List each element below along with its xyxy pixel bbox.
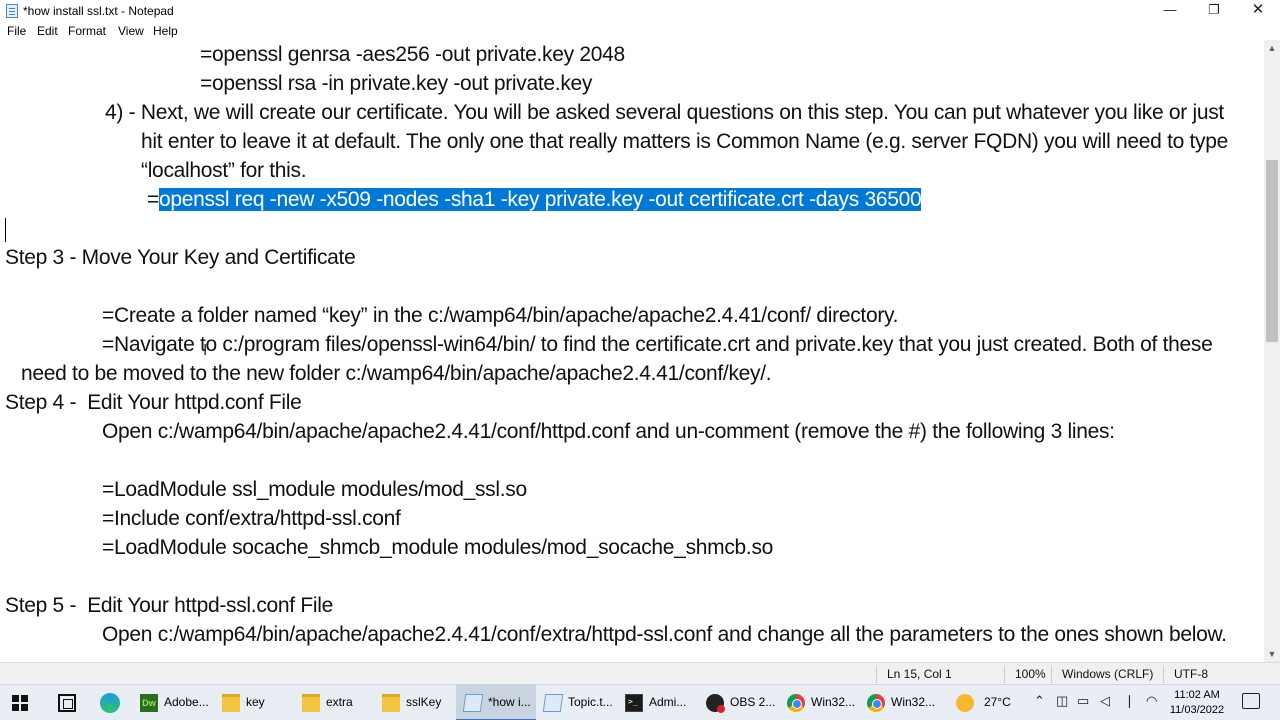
menu-file[interactable]: File — [7, 24, 26, 38]
step-heading: Step 3 - Move Your Key and Certificate — [5, 246, 356, 269]
taskbar-item-topic[interactable]: Topic.t... — [542, 685, 616, 720]
text-line: =openssl genrsa -aes256 -out private.key… — [200, 43, 625, 66]
text-line: =Navigate to c:/program files/openssl-wi… — [102, 333, 1213, 356]
chevron-up-icon[interactable]: ⌃ — [1034, 693, 1045, 709]
text-line: need to be moved to the new folder c:/wa… — [21, 362, 772, 385]
menu-view[interactable]: View — [118, 24, 144, 38]
taskbar-item-extra[interactable]: extra — [302, 685, 372, 720]
step-heading: Step 5 - Edit Your httpd-ssl.conf File — [5, 594, 333, 617]
mouse-cursor-icon: I — [203, 342, 208, 359]
menu-edit[interactable]: Edit — [37, 24, 58, 38]
notepad-icon — [462, 694, 484, 712]
status-separator — [1163, 665, 1164, 683]
selected-text: openssl req -new -x509 -nodes -sha1 -key… — [158, 188, 922, 211]
cmd-icon — [625, 694, 643, 712]
folder-icon — [302, 694, 320, 712]
taskbar-item-key[interactable]: key — [222, 685, 292, 720]
text-line: =Create a folder named “key” in the c:/w… — [102, 304, 899, 327]
text-line: =openssl rsa -in private.key -out privat… — [200, 72, 593, 95]
notepad-icon — [542, 694, 564, 712]
menu-bar: File Edit Format View Help — [0, 22, 1280, 40]
folder-icon — [382, 694, 400, 712]
taskbar-item-admin-cmd[interactable]: Admi... — [625, 685, 695, 720]
text-line: Open c:/wamp64/bin/apache/apache2.4.41/c… — [102, 420, 1115, 443]
title-bar: *how install ssl.txt - Notepad — ❐ ✕ — [0, 0, 1280, 22]
notepad-icon — [6, 4, 18, 18]
status-bar: Ln 15, Col 1 100% Windows (CRLF) UTF-8 — [0, 662, 1280, 684]
text-line: =LoadModule socache_shmcb_module modules… — [102, 536, 774, 559]
maximize-button[interactable]: ❐ — [1192, 0, 1236, 22]
meet-now-icon[interactable]: ◫ — [1056, 693, 1068, 709]
notification-icon[interactable] — [1242, 693, 1260, 709]
text-caret — [5, 218, 6, 242]
system-clock[interactable]: 11:02 AM 11/03/2022 — [1166, 688, 1228, 718]
taskbar-item-chrome-2[interactable]: Win32... — [867, 685, 939, 720]
windows-start-icon[interactable] — [12, 695, 28, 711]
taskbar-item-label: OBS 2... — [730, 695, 776, 709]
taskbar-item-adobe[interactable]: Dw Adobe... — [140, 685, 216, 720]
taskbar-item-notepad-active[interactable]: *how i... — [456, 685, 536, 720]
line-ending: Windows (CRLF) — [1062, 667, 1154, 681]
wifi-icon[interactable]: ◠ — [1146, 693, 1157, 709]
taskbar-item-label: extra — [326, 695, 353, 709]
taskbar-item-label: *how i... — [488, 695, 531, 709]
dreamweaver-icon: Dw — [140, 694, 158, 712]
status-separator — [876, 665, 877, 683]
weather-sun-icon[interactable] — [956, 694, 974, 712]
menu-format[interactable]: Format — [68, 24, 106, 38]
text-line: =Include conf/extra/httpd-ssl.conf — [102, 507, 401, 530]
minimize-button[interactable]: — — [1148, 0, 1192, 22]
chrome-icon — [787, 694, 805, 712]
close-button[interactable]: ✕ — [1236, 0, 1280, 22]
taskbar-item-label: key — [246, 695, 265, 709]
chrome-icon — [867, 694, 885, 712]
text-line: hit enter to leave it at default. The on… — [141, 130, 1229, 153]
taskbar-item-obs[interactable]: OBS 2... — [706, 685, 778, 720]
taskbar-item-label: sslKey — [406, 695, 442, 709]
status-separator — [1004, 665, 1005, 683]
microphone-icon[interactable]: ❘ — [1124, 693, 1135, 709]
text-line: Open c:/wamp64/bin/apache/apache2.4.41/c… — [102, 623, 1227, 646]
taskbar-item-label: Admi... — [649, 695, 687, 709]
taskbar-item-label: Adobe... — [164, 695, 209, 709]
obs-icon — [706, 694, 725, 713]
taskbar-item-label: Topic.t... — [568, 695, 613, 709]
scroll-thumb[interactable] — [1266, 160, 1278, 342]
clock-time: 11:02 AM — [1174, 689, 1220, 701]
battery-icon[interactable]: ▭ — [1077, 693, 1089, 709]
taskbar-item-label: Win32... — [891, 695, 936, 709]
clock-date: 11/03/2022 — [1169, 704, 1225, 716]
speaker-icon[interactable]: ◁ — [1100, 693, 1110, 709]
taskbar-item-chrome-1[interactable]: Win32... — [787, 685, 859, 720]
text-line: 4) - Next, we will create our certificat… — [105, 101, 1224, 124]
zoom-level: 100% — [1015, 667, 1046, 681]
window-title: *how install ssl.txt - Notepad — [23, 4, 174, 18]
taskbar-item-sslkey[interactable]: sslKey — [382, 685, 452, 720]
scroll-down-button[interactable]: ▼ — [1264, 646, 1280, 662]
text-editor[interactable]: =openssl genrsa -aes256 -out private.key… — [0, 40, 1264, 662]
taskbar-item-label: Win32... — [811, 695, 856, 709]
scroll-up-button[interactable]: ▲ — [1264, 40, 1280, 56]
text-line: =LoadModule ssl_module modules/mod_ssl.s… — [102, 478, 527, 501]
text-line: “localhost” for this. — [141, 159, 307, 182]
folder-icon — [222, 694, 240, 712]
edge-icon[interactable] — [100, 693, 120, 713]
task-view-icon[interactable] — [58, 694, 76, 712]
encoding: UTF-8 — [1174, 667, 1208, 681]
vertical-scrollbar[interactable]: ▲ ▼ — [1264, 40, 1280, 662]
equals-prefix: = — [147, 188, 159, 211]
menu-help[interactable]: Help — [153, 24, 178, 38]
weather-temperature[interactable]: 27°C — [984, 695, 1011, 709]
text-line: =openssl req -new -x509 -nodes -sha1 -ke… — [147, 188, 922, 212]
cursor-position: Ln 15, Col 1 — [887, 667, 952, 681]
status-separator — [1051, 665, 1052, 683]
step-heading: Step 4 - Edit Your httpd.conf File — [5, 391, 302, 414]
taskbar: Dw Adobe... key extra sslKey *how i... T… — [0, 684, 1280, 720]
